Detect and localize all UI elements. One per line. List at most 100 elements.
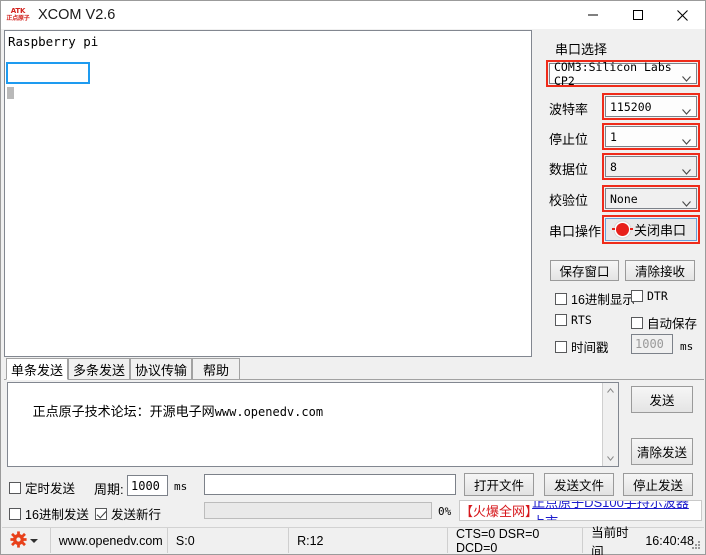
chevron-down-icon	[682, 196, 691, 207]
tab-single-send-label: 单条发送	[10, 362, 63, 378]
checkbox-box	[631, 316, 643, 329]
checkbox-timestamp-label: 时间戳	[571, 341, 609, 355]
close-serial-port-button[interactable]: 关闭串口	[605, 218, 697, 241]
ad-prefix: 【火爆全网】	[460, 504, 539, 519]
checkbox-dtr[interactable]: DTR	[631, 289, 668, 303]
status-site[interactable]: www.openedv.com	[49, 528, 167, 553]
status-received-count: R:12	[288, 528, 447, 553]
tab-protocol-transfer[interactable]: 协议传输	[130, 358, 192, 380]
logo-line-2: 正点原子	[6, 15, 30, 22]
stop-send-label: 停止发送	[632, 479, 683, 493]
close-button[interactable]	[660, 1, 705, 29]
parity-select[interactable]: None	[605, 188, 697, 209]
chevron-down-icon	[682, 104, 691, 115]
period-unit-label: ms	[174, 480, 188, 493]
receive-text: Raspberry pi	[8, 34, 99, 49]
status-sent-label: S:0	[175, 533, 195, 548]
checkbox-auto-save-label: 自动保存	[647, 317, 698, 331]
minimize-button[interactable]	[570, 1, 615, 29]
send-textarea[interactable]: 正点原子技术论坛：开源电子网www.openedv.com	[7, 382, 619, 467]
checkbox-box	[555, 314, 567, 326]
clear-send-button[interactable]: 清除发送	[631, 438, 693, 465]
port-select[interactable]: COM3:Silicon Labs CP2	[549, 60, 697, 88]
send-button[interactable]: 发送	[631, 386, 693, 413]
maximize-button[interactable]	[615, 1, 660, 29]
port-status-led-icon	[611, 223, 633, 236]
baud-select[interactable]: 115200	[605, 96, 697, 117]
status-modem-label: CTS=0 DSR=0 DCD=0	[455, 526, 540, 555]
tab-protocol-transfer-label: 协议传输	[134, 362, 187, 378]
tab-help-label: 帮助	[202, 362, 229, 378]
checkbox-dtr-label: DTR	[647, 289, 668, 303]
advertisement-banner[interactable]: 【火爆全网】 正点原子DS100手持示波器上市	[459, 500, 702, 521]
tab-single-send[interactable]: 单条发送	[6, 358, 68, 380]
stop-send-button[interactable]: 停止发送	[623, 473, 693, 496]
scroll-down-icon[interactable]	[603, 451, 618, 466]
checkbox-rts[interactable]: RTS	[555, 313, 592, 327]
close-icon	[676, 9, 689, 22]
checkbox-hex-display[interactable]: 16进制显示	[555, 289, 635, 308]
scroll-up-icon[interactable]	[603, 383, 618, 398]
progress-percent-label: 0%	[438, 505, 452, 518]
panel-title: 串口选择	[555, 42, 608, 57]
minimize-icon	[587, 9, 599, 21]
app-logo-icon: ATK 正点原子	[5, 4, 31, 26]
window-title: XCOM V2.6	[38, 7, 116, 23]
status-current-time: 当前时间 16:40:48	[582, 526, 704, 555]
clear-receive-button[interactable]: 清除接收	[625, 260, 695, 281]
status-received-label: R:12	[297, 533, 324, 548]
data-bits-select[interactable]: 8	[605, 156, 697, 177]
receive-textarea[interactable]: Raspberry pi	[4, 30, 532, 357]
timestamp-unit-label: ms	[680, 340, 694, 353]
status-site-label: www.openedv.com	[58, 533, 163, 548]
save-window-button[interactable]: 保存窗口	[550, 260, 619, 281]
checkbox-timed-send[interactable]: 定时发送	[9, 478, 75, 497]
send-file-button[interactable]: 发送文件	[544, 473, 614, 496]
checkbox-box	[555, 340, 567, 353]
window-controls	[570, 1, 705, 29]
stop-bits-label: 停止位	[549, 132, 589, 147]
send-text-cn: 正点原子技术论坛：开源电子网	[32, 404, 215, 419]
checkbox-box	[555, 292, 567, 305]
stop-bits-select[interactable]: 1	[605, 126, 697, 147]
send-progress-bar	[204, 502, 432, 519]
send-scrollbar[interactable]	[602, 383, 618, 466]
checkbox-send-newline[interactable]: 发送新行	[95, 504, 161, 523]
checkbox-box	[631, 290, 643, 302]
checkbox-send-newline-label: 发送新行	[111, 508, 162, 522]
checkbox-timed-send-label: 定时发送	[25, 482, 76, 496]
tab-underline	[4, 379, 704, 380]
save-window-label: 保存窗口	[559, 265, 610, 279]
receive-caret	[7, 87, 14, 99]
period-input[interactable]: 1000	[127, 475, 168, 496]
clear-send-label: 清除发送	[636, 446, 687, 460]
tab-multi-send[interactable]: 多条发送	[68, 358, 130, 380]
gear-icon	[10, 530, 27, 551]
status-time-title: 当前时间	[591, 525, 629, 555]
checkbox-auto-save[interactable]: 自动保存	[631, 313, 697, 332]
resize-grip-icon[interactable]	[689, 538, 701, 550]
timestamp-interval-input[interactable]: 1000	[631, 334, 673, 354]
parity-select-value: None	[610, 191, 638, 206]
chevron-down-icon	[682, 134, 691, 145]
send-file-label: 发送文件	[553, 479, 604, 493]
settings-menu-button[interactable]	[2, 528, 50, 553]
checkbox-box	[9, 507, 21, 520]
logo-line-1: ATK	[10, 7, 26, 15]
title-bar: ATK 正点原子 XCOM V2.6	[1, 1, 705, 29]
open-file-button[interactable]: 打开文件	[464, 473, 534, 496]
send-text-ascii: www.openedv.com	[214, 405, 324, 419]
baud-select-value: 115200	[610, 99, 652, 114]
checkbox-timestamp[interactable]: 时间戳	[555, 337, 609, 356]
checkbox-rts-label: RTS	[571, 313, 592, 327]
port-select-value: COM3:Silicon Labs CP2	[554, 59, 672, 88]
status-sent-count: S:0	[166, 528, 288, 553]
status-modem-signals: CTS=0 DSR=0 DCD=0	[446, 526, 582, 555]
clear-receive-label: 清除接收	[634, 265, 685, 279]
data-bits-select-value: 8	[610, 159, 617, 174]
chevron-down-icon	[30, 538, 38, 543]
checkbox-hex-send[interactable]: 16进制发送	[9, 504, 89, 523]
tab-help[interactable]: 帮助	[192, 358, 240, 380]
checkbox-box	[9, 481, 21, 494]
file-path-input[interactable]	[204, 474, 456, 495]
